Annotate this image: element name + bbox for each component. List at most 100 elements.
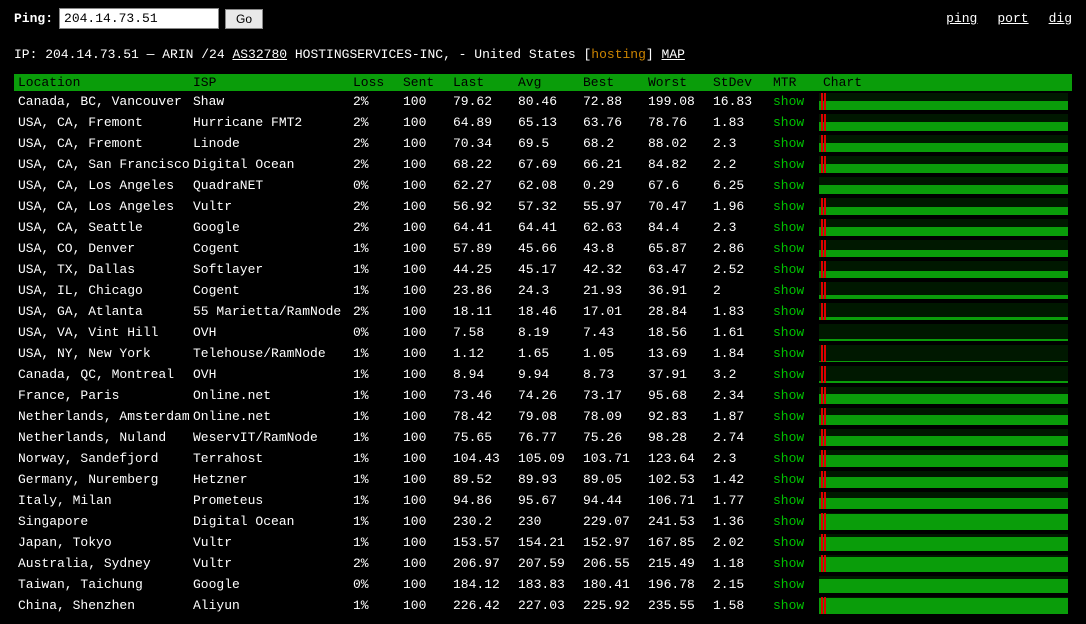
- cell-chart: [819, 133, 1072, 154]
- mtr-show-link[interactable]: show: [773, 283, 804, 298]
- mtr-show-link[interactable]: show: [773, 556, 804, 571]
- cell-loss: 1%: [349, 343, 399, 364]
- latency-chart: [819, 219, 1068, 236]
- top-links: ping port dig: [946, 11, 1072, 26]
- cell-avg: 183.83: [514, 574, 579, 595]
- cell-avg: 89.93: [514, 469, 579, 490]
- cell-last: 79.62: [449, 91, 514, 112]
- ping-link[interactable]: ping: [946, 11, 977, 26]
- table-row: Netherlands, NulandWeservIT/RamNode1%100…: [14, 427, 1072, 448]
- cell-isp: QuadraNET: [189, 175, 349, 196]
- cell-best: 225.92: [579, 595, 644, 616]
- go-button[interactable]: Go: [225, 9, 263, 29]
- cell-chart: [819, 490, 1072, 511]
- cell-last: 153.57: [449, 532, 514, 553]
- latency-chart: [819, 429, 1068, 446]
- mtr-show-link[interactable]: show: [773, 535, 804, 550]
- cell-best: 78.09: [579, 406, 644, 427]
- port-link[interactable]: port: [997, 11, 1028, 26]
- mtr-show-link[interactable]: show: [773, 220, 804, 235]
- table-row: USA, CA, Los AngelesQuadraNET0%10062.276…: [14, 175, 1072, 196]
- loss-marker-icon: [821, 135, 826, 152]
- table-row: Taiwan, TaichungGoogle0%100184.12183.831…: [14, 574, 1072, 595]
- cell-worst: 215.49: [644, 553, 709, 574]
- mtr-show-link[interactable]: show: [773, 388, 804, 403]
- cell-loss: 2%: [349, 154, 399, 175]
- mtr-show-link[interactable]: show: [773, 514, 804, 529]
- cell-sent: 100: [399, 469, 449, 490]
- mtr-show-link[interactable]: show: [773, 493, 804, 508]
- mtr-show-link[interactable]: show: [773, 409, 804, 424]
- cell-mtr: show: [769, 301, 819, 322]
- cell-stdev: 1.83: [709, 112, 769, 133]
- cell-chart: [819, 385, 1072, 406]
- hosting-link[interactable]: hosting: [591, 47, 646, 62]
- mtr-show-link[interactable]: show: [773, 430, 804, 445]
- cell-best: 89.05: [579, 469, 644, 490]
- cell-location: China, Shenzhen: [14, 595, 189, 616]
- mtr-show-link[interactable]: show: [773, 94, 804, 109]
- cell-worst: 167.85: [644, 532, 709, 553]
- loss-marker-icon: [821, 513, 826, 530]
- cell-chart: [819, 406, 1072, 427]
- cell-loss: 1%: [349, 490, 399, 511]
- mtr-show-link[interactable]: show: [773, 304, 804, 319]
- latency-chart: [819, 282, 1068, 299]
- cell-worst: 70.47: [644, 196, 709, 217]
- asn-link[interactable]: AS32780: [232, 47, 287, 62]
- cell-loss: 2%: [349, 133, 399, 154]
- cell-mtr: show: [769, 532, 819, 553]
- mtr-show-link[interactable]: show: [773, 577, 804, 592]
- map-link[interactable]: MAP: [662, 47, 685, 62]
- cell-stdev: 2.3: [709, 217, 769, 238]
- mtr-show-link[interactable]: show: [773, 598, 804, 613]
- cell-isp: Online.net: [189, 406, 349, 427]
- cell-chart: [819, 469, 1072, 490]
- table-row: USA, CA, SeattleGoogle2%10064.4164.4162.…: [14, 217, 1072, 238]
- cell-loss: 1%: [349, 511, 399, 532]
- latency-chart: [819, 156, 1068, 173]
- mtr-show-link[interactable]: show: [773, 199, 804, 214]
- cell-location: Norway, Sandefjord: [14, 448, 189, 469]
- cell-avg: 45.66: [514, 238, 579, 259]
- cell-chart: [819, 595, 1072, 616]
- dig-link[interactable]: dig: [1049, 11, 1072, 26]
- table-row: Canada, QC, MontrealOVH1%1008.949.948.73…: [14, 364, 1072, 385]
- mtr-show-link[interactable]: show: [773, 115, 804, 130]
- cell-mtr: show: [769, 91, 819, 112]
- mtr-show-link[interactable]: show: [773, 472, 804, 487]
- table-row: China, ShenzhenAliyun1%100226.42227.0322…: [14, 595, 1072, 616]
- cell-loss: 1%: [349, 595, 399, 616]
- mtr-show-link[interactable]: show: [773, 157, 804, 172]
- cell-sent: 100: [399, 532, 449, 553]
- cell-stdev: 1.84: [709, 343, 769, 364]
- cell-loss: 2%: [349, 91, 399, 112]
- cell-worst: 123.64: [644, 448, 709, 469]
- cell-best: 43.8: [579, 238, 644, 259]
- table-row: USA, NY, New YorkTelehouse/RamNode1%1001…: [14, 343, 1072, 364]
- cell-best: 72.88: [579, 91, 644, 112]
- mtr-show-link[interactable]: show: [773, 451, 804, 466]
- mtr-show-link[interactable]: show: [773, 241, 804, 256]
- mtr-show-link[interactable]: show: [773, 136, 804, 151]
- cell-mtr: show: [769, 112, 819, 133]
- mtr-show-link[interactable]: show: [773, 178, 804, 193]
- cell-mtr: show: [769, 217, 819, 238]
- cell-location: USA, CA, Seattle: [14, 217, 189, 238]
- latency-chart: [819, 261, 1068, 278]
- cell-isp: Cogent: [189, 238, 349, 259]
- ip-input[interactable]: [59, 8, 219, 29]
- cell-location: Taiwan, Taichung: [14, 574, 189, 595]
- cell-last: 70.34: [449, 133, 514, 154]
- mtr-show-link[interactable]: show: [773, 346, 804, 361]
- latency-chart: [819, 345, 1068, 362]
- cell-isp: Online.net: [189, 385, 349, 406]
- cell-worst: 95.68: [644, 385, 709, 406]
- mtr-show-link[interactable]: show: [773, 367, 804, 382]
- mtr-show-link[interactable]: show: [773, 262, 804, 277]
- table-row: USA, GA, Atlanta55 Marietta/RamNode2%100…: [14, 301, 1072, 322]
- mtr-show-link[interactable]: show: [773, 325, 804, 340]
- cell-sent: 100: [399, 406, 449, 427]
- cell-loss: 2%: [349, 196, 399, 217]
- cell-chart: [819, 175, 1072, 196]
